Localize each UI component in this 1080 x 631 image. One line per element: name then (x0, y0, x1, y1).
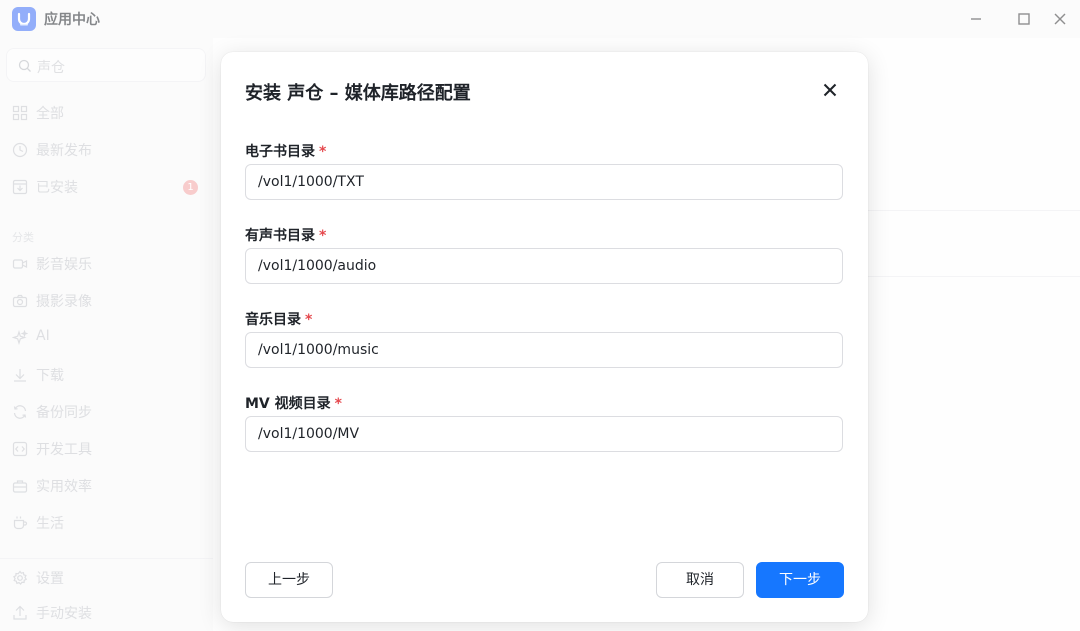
close-icon (823, 83, 837, 97)
field-label-text: 有声书目录 (245, 228, 315, 244)
mv-dir-input[interactable]: /vol1/1000/MV (245, 416, 843, 452)
music-dir-label: 音乐目录 * (245, 309, 312, 329)
audiobook-dir-label: 有声书目录 * (245, 225, 326, 245)
required-mark: * (319, 144, 327, 160)
install-config-dialog: 安装 声仓 – 媒体库路径配置 电子书目录 * /vol1/1000/TXT 有声… (221, 52, 868, 622)
dialog-close-button[interactable] (821, 81, 839, 99)
mv-dir-label: MV 视频目录 * (245, 393, 342, 413)
required-mark: * (334, 396, 342, 412)
dialog-title: 安装 声仓 – 媒体库路径配置 (245, 83, 471, 104)
cancel-button[interactable]: 取消 (656, 562, 744, 598)
field-label-text: MV 视频目录 (245, 396, 331, 412)
required-mark: * (319, 228, 327, 244)
audiobook-dir-input[interactable]: /vol1/1000/audio (245, 248, 843, 284)
next-step-button[interactable]: 下一步 (756, 562, 844, 598)
music-dir-input[interactable]: /vol1/1000/music (245, 332, 843, 368)
field-label-text: 电子书目录 (245, 144, 315, 160)
field-label-text: 音乐目录 (245, 312, 301, 328)
ebook-dir-input[interactable]: /vol1/1000/TXT (245, 164, 843, 200)
prev-step-button[interactable]: 上一步 (245, 562, 333, 598)
ebook-dir-label: 电子书目录 * (245, 141, 326, 161)
required-mark: * (305, 312, 313, 328)
